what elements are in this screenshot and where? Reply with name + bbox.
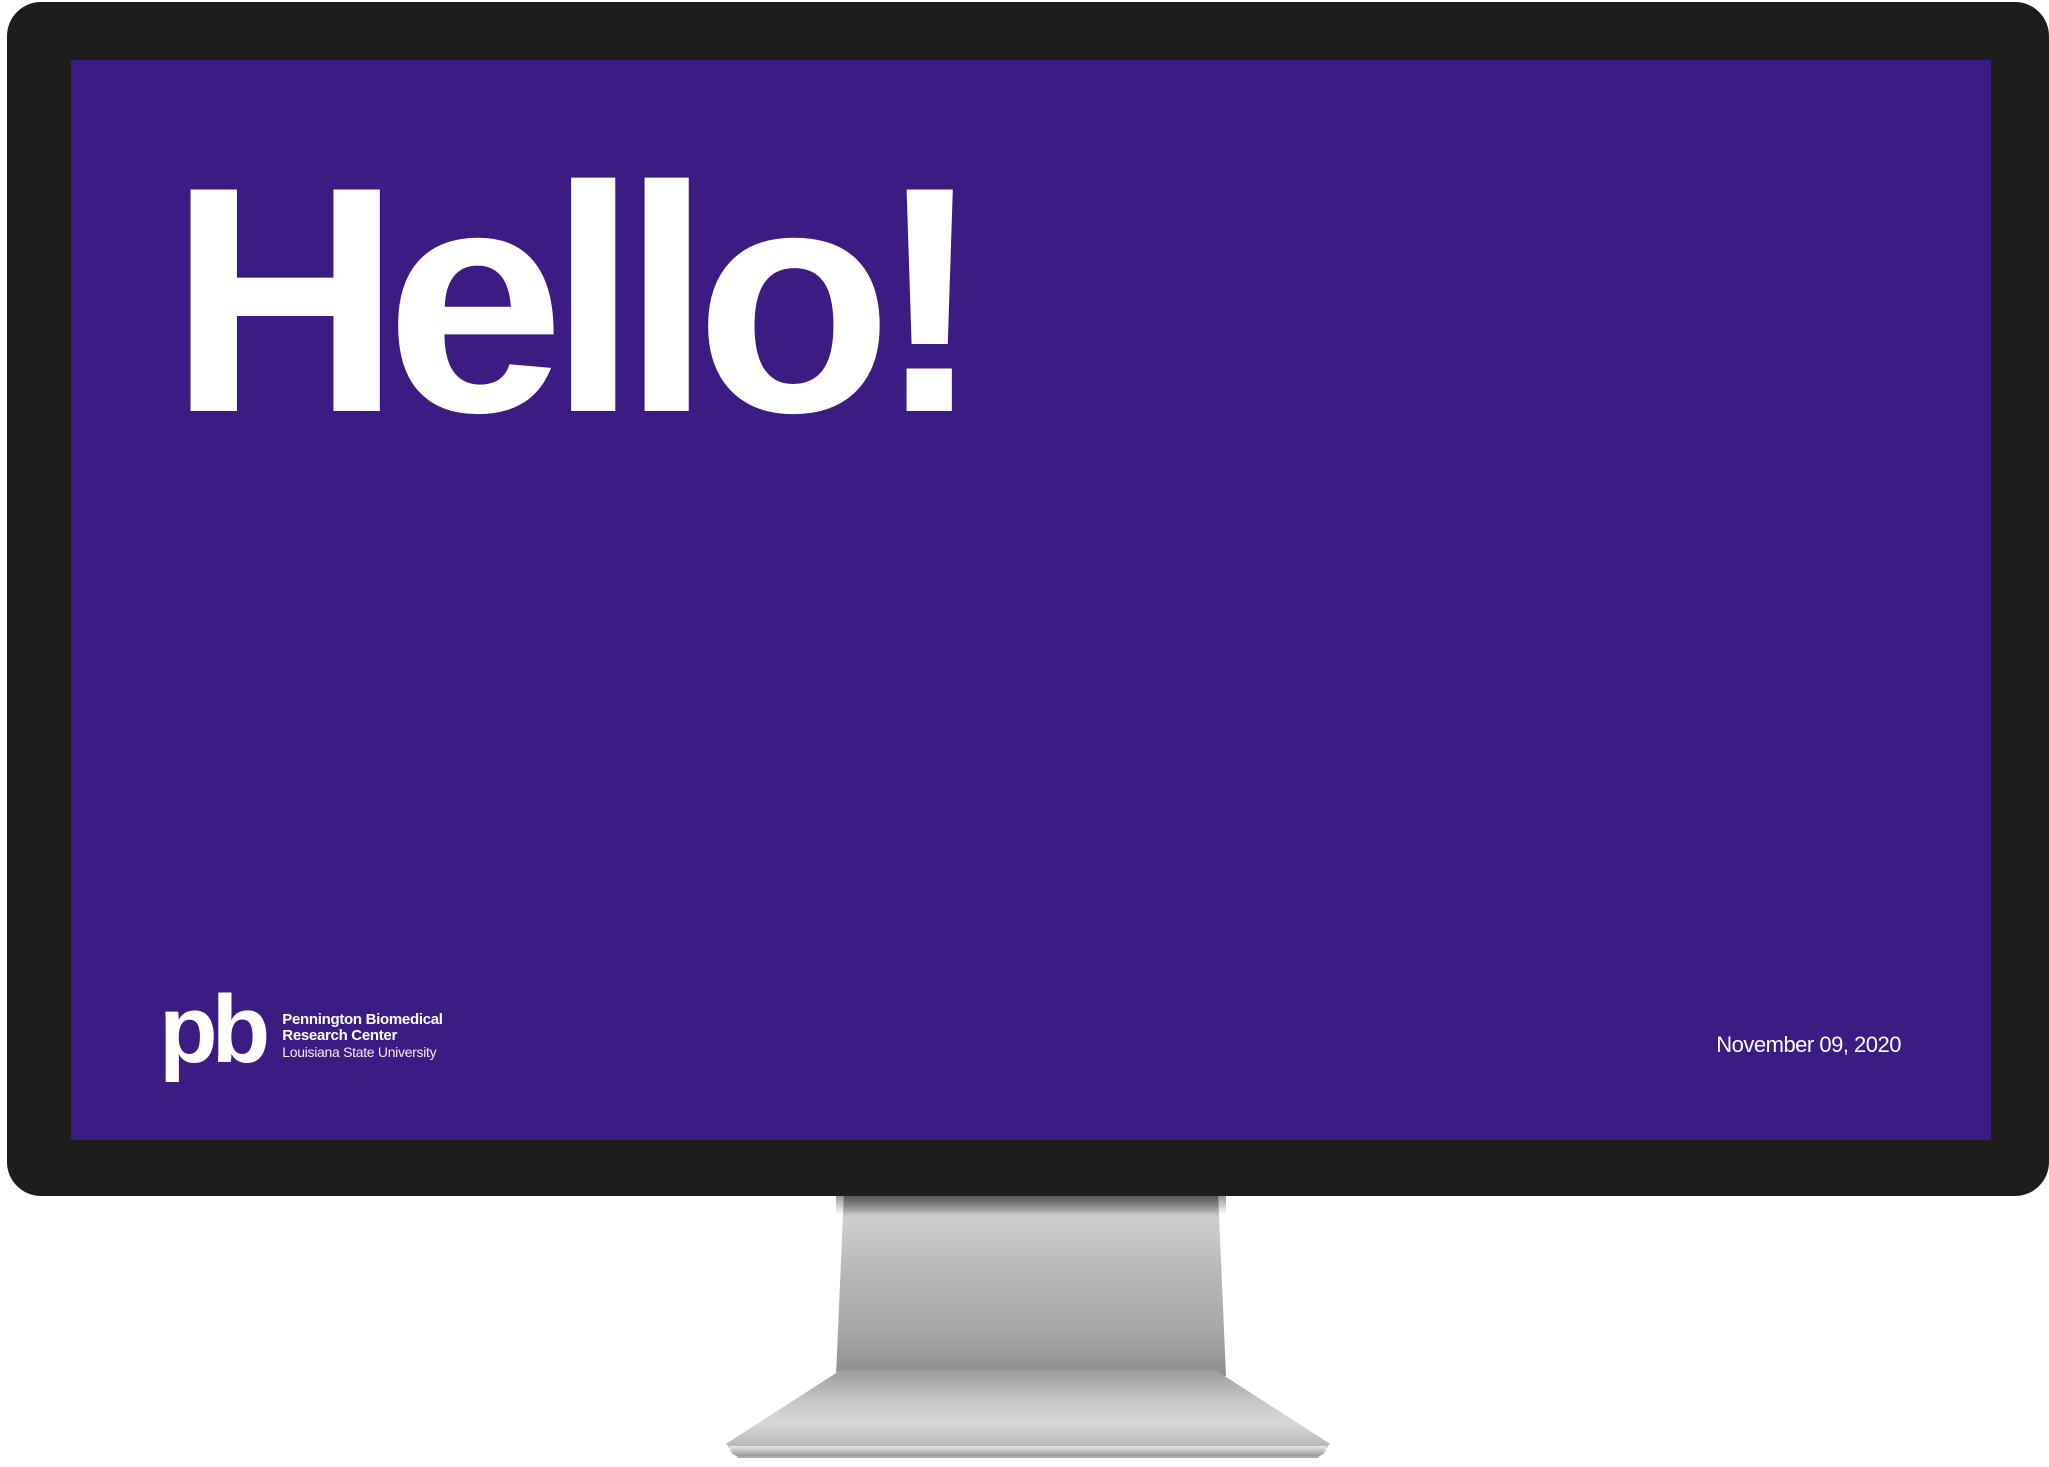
monitor-stand-shadow — [836, 1196, 1226, 1214]
logo-mark: pb — [159, 976, 270, 1083]
monitor-stand-neck — [836, 1196, 1226, 1376]
monitor-bezel: Hello! pb Pennington Biomedical Research… — [7, 2, 2049, 1196]
pennington-logo: pb Pennington Biomedical Research Center… — [159, 982, 443, 1078]
monitor-stand-base — [726, 1370, 1330, 1458]
monitor-stand-base-edge — [730, 1446, 1326, 1456]
logo-line-organization: Pennington Biomedical — [282, 1011, 443, 1029]
date-label: November 09, 2020 — [1716, 1032, 1901, 1057]
headline: Hello! — [169, 121, 983, 480]
logo-line-center: Research Center — [282, 1027, 398, 1045]
logo-wordmark: Pennington Biomedical Research Center Lo… — [282, 1011, 443, 1060]
logo-line-university: Louisiana State University — [282, 1043, 437, 1060]
monitor-screen: Hello! pb Pennington Biomedical Research… — [71, 60, 1991, 1140]
